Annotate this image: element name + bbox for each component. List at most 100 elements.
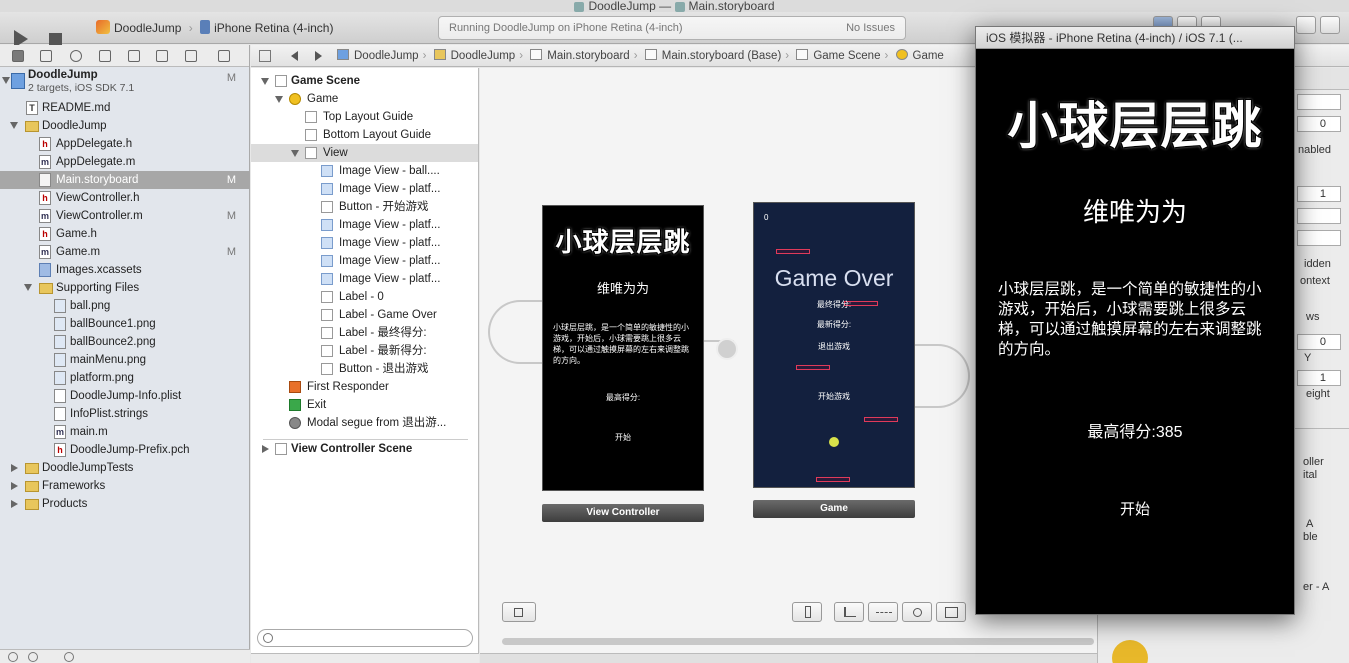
disclosure-triangle-icon[interactable] — [291, 150, 299, 157]
tree-item-info-plist[interactable]: DoodleJump-Info.plist — [0, 387, 250, 405]
popup-stepper[interactable] — [1297, 208, 1341, 224]
tree-item-infoplist-strings[interactable]: InfoPlist.strings — [0, 405, 250, 423]
tree-item-platform-png[interactable]: platform.png — [0, 369, 250, 387]
game-scene[interactable]: 0 Game Over 最终得分: 最新得分: 退出游戏 开始游戏 — [753, 202, 915, 488]
value-stepper[interactable]: 0 — [1297, 116, 1341, 132]
outline-button-start[interactable]: Button - 开始游戏 — [251, 198, 478, 216]
pin-button[interactable] — [868, 602, 898, 622]
value-stepper[interactable]: 1 — [1297, 370, 1341, 386]
back-arrow-icon[interactable] — [291, 51, 298, 61]
toggle-outline-button[interactable] — [502, 602, 536, 622]
debug-navigator-icon[interactable] — [156, 50, 168, 62]
breadcrumb-controller[interactable]: Game — [895, 49, 944, 62]
outline-first-responder[interactable]: First Responder — [251, 378, 478, 396]
test-navigator-icon[interactable] — [128, 50, 140, 62]
outline-label-game-over[interactable]: Label - Game Over — [251, 306, 478, 324]
disclosure-triangle-icon[interactable] — [11, 500, 18, 508]
outline-label-latest-score[interactable]: Label - 最新得分: — [251, 342, 478, 360]
segue-icon[interactable] — [716, 338, 738, 360]
outline-image-view-ball[interactable]: Image View - ball.... — [251, 162, 478, 180]
breadcrumb-project[interactable]: DoodleJump — [337, 49, 419, 62]
toggle-debug-button[interactable] — [1320, 16, 1340, 34]
disclosure-triangle-icon[interactable] — [261, 78, 269, 85]
quit-button[interactable]: 退出游戏 — [754, 341, 914, 352]
popup-stepper[interactable] — [1297, 94, 1341, 110]
game-scene-label[interactable]: Game — [753, 500, 915, 518]
related-items-icon[interactable] — [259, 50, 271, 62]
issue-navigator-icon[interactable] — [99, 50, 111, 62]
tree-item-ballbounce2-png[interactable]: ballBounce2.png — [0, 333, 250, 351]
tree-item-prefix-pch[interactable]: h DoodleJump-Prefix.pch — [0, 441, 250, 459]
tree-item-ballbounce1-png[interactable]: ballBounce1.png — [0, 315, 250, 333]
tree-item-group-doodlejumptests[interactable]: DoodleJumpTests — [0, 459, 250, 477]
breadcrumb-group[interactable]: DoodleJump — [433, 49, 515, 62]
breadcrumb-file[interactable]: Main.storyboard — [530, 49, 630, 62]
disclosure-triangle-icon[interactable] — [11, 464, 18, 472]
outline-top-layout-guide[interactable]: Top Layout Guide — [251, 108, 478, 126]
outline-filter-field[interactable] — [257, 629, 473, 647]
value-stepper[interactable]: 1 — [1297, 186, 1341, 202]
tree-item-mainmenu-png[interactable]: mainMenu.png — [0, 351, 250, 369]
tree-item-game-m[interactable]: m Game.m M — [0, 243, 250, 261]
tree-item-ball-png[interactable]: ball.png — [0, 297, 250, 315]
disclosure-triangle-icon[interactable] — [11, 482, 18, 490]
value-stepper[interactable]: 0 — [1297, 334, 1341, 350]
project-navigator-icon[interactable] — [12, 50, 24, 62]
disclosure-triangle-icon[interactable] — [24, 284, 32, 291]
tree-item-group-products[interactable]: Products — [0, 495, 250, 513]
forward-arrow-icon[interactable] — [315, 51, 322, 61]
resizing-button[interactable] — [936, 602, 966, 622]
view-controller-scene[interactable]: 小球层层跳 维唯为为 小球层层跳，是一个简单的敏捷性的小游戏，开始后，小球需要跳… — [542, 205, 704, 491]
scene-start-button[interactable]: 开始 — [543, 432, 703, 443]
ios-simulator-window[interactable]: iOS 模拟器 - iPhone Retina (4-inch) / iOS 7… — [975, 26, 1295, 615]
disclosure-triangle-icon[interactable] — [262, 445, 269, 453]
outline-bottom-layout-guide[interactable]: Bottom Layout Guide — [251, 126, 478, 144]
disclosure-triangle-icon[interactable] — [2, 77, 10, 84]
outline-exit[interactable]: Exit — [251, 396, 478, 414]
resolve-layout-button[interactable] — [902, 602, 932, 622]
recent-files-icon[interactable] — [28, 652, 38, 662]
tree-item-viewcontroller-h[interactable]: h ViewController.h — [0, 189, 250, 207]
tree-item-appdelegate-h[interactable]: h AppDelegate.h — [0, 135, 250, 153]
tree-item-group-frameworks[interactable]: Frameworks — [0, 477, 250, 495]
breadcrumb-scene[interactable]: Game Scene — [796, 49, 880, 62]
tree-item-group-doodlejump[interactable]: DoodleJump — [0, 117, 250, 135]
tree-item-main-m[interactable]: m main.m — [0, 423, 250, 441]
symbol-navigator-icon[interactable] — [40, 50, 52, 62]
start-button[interactable]: 开始 — [976, 498, 1294, 519]
outline-modal-segue[interactable]: Modal segue from 退出游... — [251, 414, 478, 432]
outline-button-quit[interactable]: Button - 退出游戏 — [251, 360, 478, 378]
outline-image-view-platform[interactable]: Image View - platf... — [251, 234, 478, 252]
tree-item-main-storyboard[interactable]: Main.storyboard M — [0, 171, 250, 189]
breadcrumb-localization[interactable]: Main.storyboard (Base) — [644, 49, 781, 62]
simulator-screen[interactable]: 小球层层跳 维唯为为 小球层层跳，是一个简单的敏捷性的小游戏，开始后，小球需要跳… — [976, 50, 1294, 614]
tree-item-appdelegate-m[interactable]: m AppDelegate.m — [0, 153, 250, 171]
filter-icon[interactable] — [64, 652, 74, 662]
tree-item-group-supporting-files[interactable]: Supporting Files — [0, 279, 250, 297]
popup-stepper[interactable] — [1297, 230, 1341, 246]
tree-item-game-h[interactable]: h Game.h — [0, 225, 250, 243]
tree-item-viewcontroller-m[interactable]: m ViewController.m M — [0, 207, 250, 225]
outline-view-controller-scene[interactable]: View Controller Scene — [251, 440, 478, 458]
library-object-icon[interactable] — [1112, 640, 1148, 663]
add-icon[interactable] — [8, 652, 18, 662]
project-root-item[interactable]: DoodleJump 2 targets, iOS SDK 7.1 M — [0, 69, 250, 99]
start-game-button[interactable]: 开始游戏 — [754, 391, 914, 402]
find-navigator-icon[interactable] — [70, 50, 82, 62]
toggle-navigator-button[interactable] — [1296, 16, 1316, 34]
outline-label-score[interactable]: Label - 0 — [251, 288, 478, 306]
outline-image-view-platform[interactable]: Image View - platf... — [251, 270, 478, 288]
tree-item-images-xcassets[interactable]: Images.xcassets — [0, 261, 250, 279]
outline-game-controller[interactable]: Game — [251, 90, 478, 108]
outline-view[interactable]: View — [251, 144, 478, 162]
outline-image-view-platform[interactable]: Image View - platf... — [251, 216, 478, 234]
tree-item-readme[interactable]: T README.md — [0, 99, 250, 117]
form-factor-button[interactable] — [792, 602, 822, 622]
scheme-selector[interactable]: DoodleJump › iPhone Retina (4-inch) — [96, 20, 333, 35]
horizontal-scrollbar[interactable] — [502, 638, 1094, 645]
align-button[interactable] — [834, 602, 864, 622]
outline-image-view-platform[interactable]: Image View - platf... — [251, 180, 478, 198]
issues-status[interactable]: No Issues — [846, 22, 895, 34]
log-navigator-icon[interactable] — [218, 50, 230, 62]
disclosure-triangle-icon[interactable] — [10, 122, 18, 129]
